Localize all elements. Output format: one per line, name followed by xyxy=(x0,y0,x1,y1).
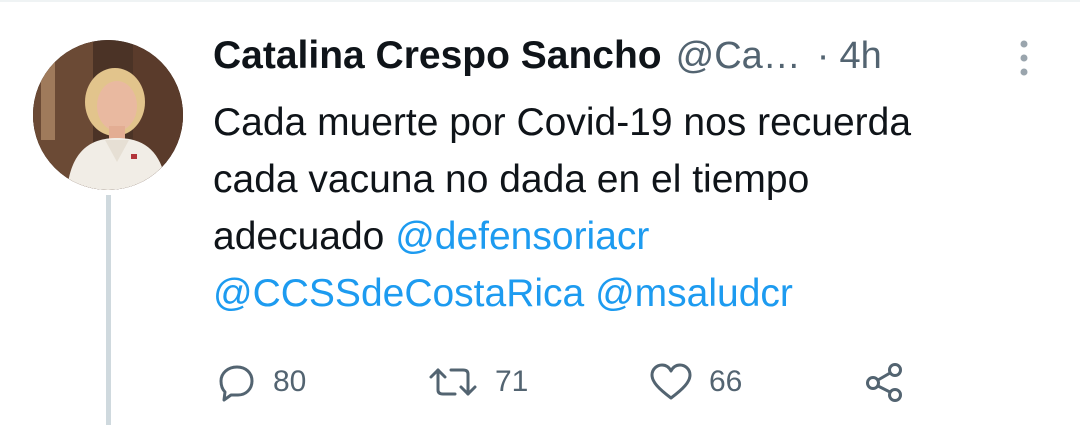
like-count: 66 xyxy=(709,365,743,398)
like-button[interactable]: 66 xyxy=(649,362,742,402)
action-bar: 80 71 66 xyxy=(213,362,933,412)
mention-link-msaludcr[interactable]: @msaludcr xyxy=(595,272,793,315)
reply-button[interactable]: 80 xyxy=(217,362,306,402)
author-name[interactable]: Catalina Crespo Sancho xyxy=(213,34,662,78)
share-button[interactable] xyxy=(863,362,907,402)
tweet-header: Catalina Crespo Sancho @Ca… · 4h xyxy=(213,34,882,78)
timestamp[interactable]: 4h xyxy=(839,35,881,78)
retweet-icon xyxy=(429,368,477,396)
share-icon xyxy=(866,363,902,402)
retweet-button[interactable]: 71 xyxy=(427,362,528,402)
author-handle[interactable]: @Ca… xyxy=(676,35,801,78)
more-menu-button[interactable] xyxy=(1012,38,1036,78)
retweet-count: 71 xyxy=(495,365,529,398)
mention-link-ccssdecostarica[interactable]: @CCSSdeCostaRica xyxy=(213,272,584,315)
mention-link-defensoriacr[interactable]: @defensoriacr xyxy=(395,215,649,258)
separator-dot: · xyxy=(816,35,830,77)
tweet-text-word: adecuado xyxy=(213,215,385,258)
tweet-text-line: cada vacuna no dada en el tiempo xyxy=(213,158,810,201)
tweet-text-line: adecuado @defensoriacr xyxy=(213,208,1053,265)
heart-icon xyxy=(650,363,692,400)
avatar[interactable] xyxy=(33,40,183,190)
avatar-image xyxy=(33,40,183,190)
tweet-text-line: Cada muerte por Covid-19 nos recuerda xyxy=(213,101,912,144)
more-vertical-icon xyxy=(1020,40,1028,76)
reply-icon xyxy=(219,365,254,402)
reply-count: 80 xyxy=(273,365,307,398)
top-divider xyxy=(0,0,1080,2)
thread-line xyxy=(106,195,111,425)
tweet-text-line: @CCSSdeCostaRica @msaludcr xyxy=(213,265,1053,322)
tweet-text: Cada muerte por Covid-19 nos recuerda ca… xyxy=(213,94,1053,322)
